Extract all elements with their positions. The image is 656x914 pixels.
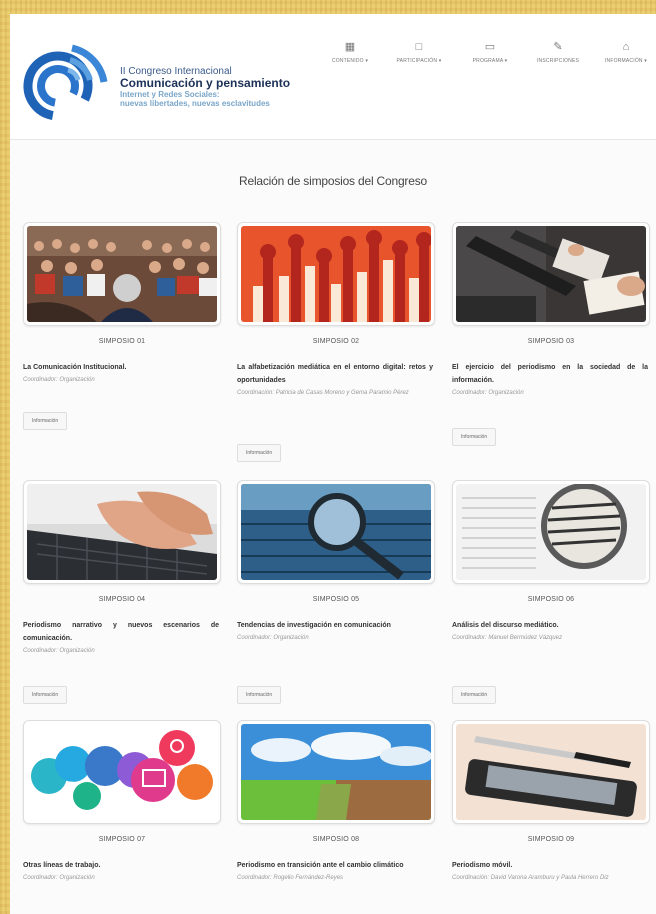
info-button[interactable]: Información (452, 428, 497, 446)
symposium-title[interactable]: Periodismo móvil. (452, 859, 648, 872)
main-nav: ▦ CONTENIDO ▾ □ PARTICIPACIÓN ▾ ▭ PROGRA… (322, 40, 656, 80)
congress-subtitle: Internet y Redes Sociales: (120, 90, 220, 99)
nav-label: PROGRAMA ▾ (472, 58, 508, 64)
section-title: Relación de simposios del Congreso (239, 174, 427, 188)
info-button[interactable]: Información (23, 412, 68, 430)
symposium-coordinator: Coordinador: Organización (23, 648, 95, 654)
home-icon: ⌂ (622, 41, 630, 53)
symposium-image-landscape[interactable] (237, 720, 435, 824)
congress-logo-icon[interactable] (20, 34, 120, 134)
magnifier-keyboard-photo-icon (241, 484, 431, 580)
symposium-number: SIMPOSIO 07 (98, 836, 146, 843)
symposium-card: SIMPOSIO 09 Periodismo móvil. Coordinaci… (452, 720, 652, 885)
nav-item-inscripciones[interactable]: ✎ INSCRIPCIONES (528, 40, 588, 64)
symposium-coordinator: Coordinación: Patricia de Casas Moreno y… (237, 390, 409, 396)
symposium-card: SIMPOSIO 06 Análisis del discurso mediát… (452, 480, 652, 704)
social-bubbles-illustration-icon: c (27, 724, 217, 820)
symposium-image-magnifier[interactable] (237, 480, 435, 584)
symposium-card: SIMPOSIO 04 Periodismo narrativo y nuevo… (23, 480, 223, 704)
monitor-icon: ▭ (484, 41, 496, 53)
symposium-image-journalists[interactable] (452, 222, 650, 326)
symposium-title[interactable]: La Comunicación Institucional. (23, 361, 219, 374)
symposium-number: SIMPOSIO 05 (312, 596, 360, 603)
users-icon: □ (415, 41, 423, 53)
raised-hands-illustration-icon (241, 226, 431, 322)
typing-keyboard-photo-icon (27, 484, 217, 580)
symposium-title[interactable]: Periodismo en transición ante el cambio … (237, 859, 433, 872)
symposium-coordinator: Coordinador: Organización (23, 377, 95, 383)
nav-item-programa[interactable]: ▭ PROGRAMA ▾ (462, 40, 518, 64)
symposium-coordinator: Coordinador: Manuel Bermúdez Vázquez (452, 635, 563, 641)
symposia-grid: SIMPOSIO 01 La Comunicación Instituciona… (10, 222, 656, 914)
symposium-coordinator: Coordinación: David Varona Aramburu y Pa… (452, 875, 609, 881)
journalists-photo-icon (456, 226, 646, 322)
audience-photo-icon (27, 226, 217, 322)
symposium-card: SIMPOSIO 02 La alfabetización mediática … (237, 222, 437, 462)
symposium-coordinator: Coordinador: Organización (237, 635, 309, 641)
page: II Congreso Internacional Comunicación y… (10, 14, 656, 914)
symposium-coordinator: Coordinador: Organización (23, 875, 95, 881)
pen-icon: ✎ (553, 41, 563, 53)
phone-pen-photo-icon (456, 724, 646, 820)
symposium-number: SIMPOSIO 09 (527, 836, 575, 843)
nav-item-contenido[interactable]: ▦ CONTENIDO ▾ (322, 40, 378, 64)
info-button[interactable]: Información (452, 686, 497, 704)
symposium-title[interactable]: Análisis del discurso mediático. (452, 619, 648, 632)
symposium-coordinator: Coordinador: Rogelio Fernández-Reyes (237, 875, 344, 881)
bar-chart-icon: ▦ (344, 41, 356, 53)
congress-subtitle-2: nuevas libertades, nuevas esclavitudes (120, 99, 270, 108)
symposium-card: SIMPOSIO 01 La Comunicación Instituciona… (23, 222, 223, 430)
nav-label: CONTENIDO ▾ (331, 58, 369, 64)
svg-text:c: c (67, 777, 76, 794)
symposium-title[interactable]: La alfabetización mediática en el entorn… (237, 361, 433, 387)
symposium-image-bubbles[interactable]: c (23, 720, 221, 824)
nav-item-participacion[interactable]: □ PARTICIPACIÓN ▾ (386, 40, 452, 64)
info-button[interactable]: Información (23, 686, 68, 704)
nav-label: PARTICIPACIÓN ▾ (396, 58, 442, 64)
symposium-card: SIMPOSIO 05 Tendencias de investigación … (237, 480, 437, 704)
symposium-title[interactable]: Periodismo narrativo y nuevos escenarios… (23, 619, 219, 645)
symposium-number: SIMPOSIO 03 (527, 338, 575, 345)
symposium-title[interactable]: Tendencias de investigación en comunicac… (237, 619, 433, 632)
symposium-number: SIMPOSIO 06 (527, 596, 575, 603)
landscape-photo-icon (241, 724, 431, 820)
info-button[interactable]: Información (237, 444, 282, 462)
symposium-card: c SIMPOSIO 07 Otras líneas de trabajo. C… (23, 720, 223, 885)
symposium-image-phone[interactable] (452, 720, 650, 824)
symposium-card: SIMPOSIO 03 El ejercicio del periodismo … (452, 222, 652, 446)
info-button[interactable]: Información (237, 686, 282, 704)
symposium-title[interactable]: El ejercicio del periodismo en la socied… (452, 361, 648, 387)
nav-item-informacion[interactable]: ⌂ INFORMACIÓN ▾ (598, 40, 654, 64)
magnified-text-photo-icon (456, 484, 646, 580)
symposium-number: SIMPOSIO 04 (98, 596, 146, 603)
symposium-image-audience[interactable] (23, 222, 221, 326)
symposium-number: SIMPOSIO 02 (312, 338, 360, 345)
nav-label: INSCRIPCIONES (536, 58, 580, 64)
symposium-image-typing[interactable] (23, 480, 221, 584)
symposium-image-hands[interactable] (237, 222, 435, 326)
symposium-coordinator: Coordinador: Organización (452, 390, 524, 396)
nav-label: INFORMACIÓN ▾ (604, 58, 648, 64)
site-header: II Congreso Internacional Comunicación y… (10, 14, 656, 140)
symposium-number: SIMPOSIO 08 (312, 836, 360, 843)
symposium-number: SIMPOSIO 01 (98, 338, 146, 345)
symposium-image-magnified-text[interactable] (452, 480, 650, 584)
symposium-title[interactable]: Otras líneas de trabajo. (23, 859, 219, 872)
symposium-card: SIMPOSIO 08 Periodismo en transición ant… (237, 720, 437, 885)
